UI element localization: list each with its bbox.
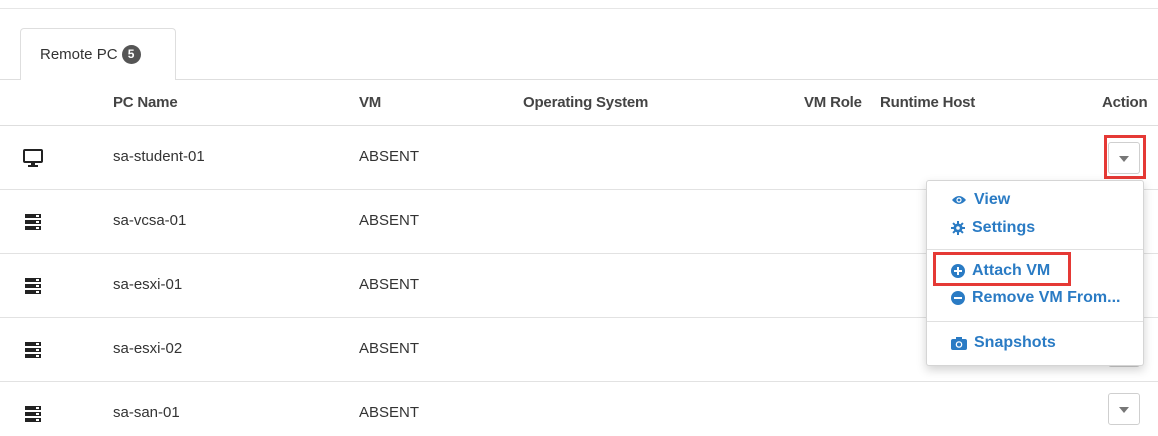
tab-remote-pc[interactable]: Remote PC 5 [20, 28, 176, 80]
eye-icon [952, 196, 966, 204]
highlight-box [933, 252, 1071, 286]
tab-label: Remote PC [40, 46, 118, 63]
column-vm[interactable]: VM [359, 94, 381, 111]
minus-circle-icon [951, 291, 965, 305]
menu-item-view[interactable]: View [951, 191, 1010, 209]
menu-item-remove-vm[interactable]: Remove VM From... [951, 289, 1120, 307]
pc-name-cell[interactable]: sa-vcsa-01 [113, 212, 186, 229]
menu-divider [927, 321, 1143, 322]
caret-down-icon [1119, 407, 1129, 413]
column-pc-name[interactable]: PC Name [113, 94, 178, 111]
vm-status-cell: ABSENT [359, 340, 420, 357]
camera-icon [951, 337, 967, 350]
vm-status-cell: ABSENT [359, 212, 420, 229]
pc-name-cell[interactable]: sa-student-01 [113, 148, 205, 165]
menu-item-label: Settings [972, 219, 1036, 236]
menu-item-settings[interactable]: Settings [951, 219, 1035, 237]
vm-status-cell: ABSENT [359, 404, 420, 421]
menu-item-label: View [974, 191, 1011, 208]
table-header: PC Name VM Operating System VM Role Runt… [0, 80, 1158, 126]
menu-divider [927, 249, 1143, 250]
column-vm-role[interactable]: VM Role [804, 94, 862, 111]
menu-item-label: Remove VM From... [972, 289, 1121, 306]
server-icon [25, 278, 41, 294]
vm-status-cell: ABSENT [359, 276, 420, 293]
pc-name-cell[interactable]: sa-esxi-02 [113, 340, 182, 357]
column-runtime-host[interactable]: Runtime Host [880, 94, 975, 111]
column-action: Action [1102, 94, 1148, 111]
gear-icon [951, 221, 965, 235]
server-icon [25, 406, 41, 422]
top-divider [0, 8, 1158, 9]
server-icon [25, 342, 41, 358]
pc-name-cell[interactable]: sa-san-01 [113, 404, 180, 421]
pc-name-cell[interactable]: sa-esxi-01 [113, 276, 182, 293]
highlight-box [1104, 135, 1146, 179]
desktop-icon [23, 149, 43, 167]
action-dropdown-button[interactable] [1108, 393, 1140, 425]
menu-item-label: Snapshots [974, 334, 1056, 351]
server-icon [25, 214, 41, 230]
vm-status-cell: ABSENT [359, 148, 420, 165]
menu-item-snapshots[interactable]: Snapshots [951, 334, 1056, 352]
table-row[interactable]: sa-san-01 ABSENT [0, 382, 1158, 436]
count-badge: 5 [121, 45, 141, 64]
column-operating-system[interactable]: Operating System [523, 94, 648, 111]
